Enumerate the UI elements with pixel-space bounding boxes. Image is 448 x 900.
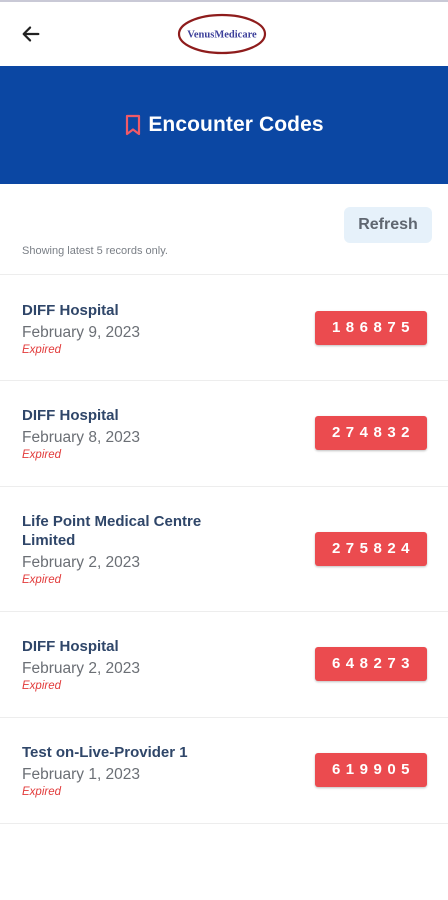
provider-name: Life Point Medical Centre Limited	[22, 513, 202, 549]
encounter-code-badge[interactable]: 275824	[315, 532, 427, 566]
list-item[interactable]: DIFF Hospital February 2, 2023 Expired 6…	[0, 612, 448, 718]
venus-medicare-logo: VenusMedicare	[177, 13, 267, 55]
encounter-code-badge[interactable]: 619905	[315, 753, 427, 787]
bookmark-icon	[124, 114, 142, 136]
list-item[interactable]: DIFF Hospital February 9, 2023 Expired 1…	[0, 275, 448, 381]
app-header: VenusMedicare	[0, 2, 448, 66]
status-label: Expired	[22, 449, 61, 461]
provider-name: DIFF Hospital	[22, 407, 119, 424]
provider-name: DIFF Hospital	[22, 638, 119, 655]
encounter-date: February 2, 2023	[22, 660, 141, 677]
provider-name: Test on-Live-Provider 1	[22, 744, 188, 761]
records-note: Showing latest 5 records only.	[22, 245, 168, 257]
encounter-date: February 2, 2023	[22, 554, 141, 571]
encounter-code-badge[interactable]: 648273	[315, 647, 427, 681]
arrow-left-icon	[20, 23, 42, 45]
status-label: Expired	[22, 680, 61, 692]
encounter-code-badge[interactable]: 186875	[315, 311, 427, 345]
list-item[interactable]: Life Point Medical Centre Limited Februa…	[0, 487, 448, 612]
status-label: Expired	[22, 344, 61, 356]
list-item[interactable]: DIFF Hospital February 8, 2023 Expired 2…	[0, 381, 448, 487]
status-label: Expired	[22, 786, 61, 798]
encounter-date: February 9, 2023	[22, 324, 141, 341]
page-title: Encounter Codes	[148, 113, 324, 136]
encounter-code-badge[interactable]: 274832	[315, 416, 427, 450]
status-label: Expired	[22, 574, 61, 586]
encounter-date: February 1, 2023	[22, 766, 141, 783]
list-toolbar: Refresh Showing latest 5 records only.	[0, 184, 448, 274]
page-banner: Encounter Codes	[0, 66, 448, 184]
provider-name: DIFF Hospital	[22, 302, 119, 319]
list-item[interactable]: Test on-Live-Provider 1 February 1, 2023…	[0, 718, 448, 824]
logo-text: VenusMedicare	[187, 30, 257, 41]
encounter-date: February 8, 2023	[22, 429, 141, 446]
encounter-list: DIFF Hospital February 9, 2023 Expired 1…	[0, 274, 448, 824]
refresh-button[interactable]: Refresh	[344, 207, 432, 243]
back-button[interactable]	[14, 17, 48, 51]
